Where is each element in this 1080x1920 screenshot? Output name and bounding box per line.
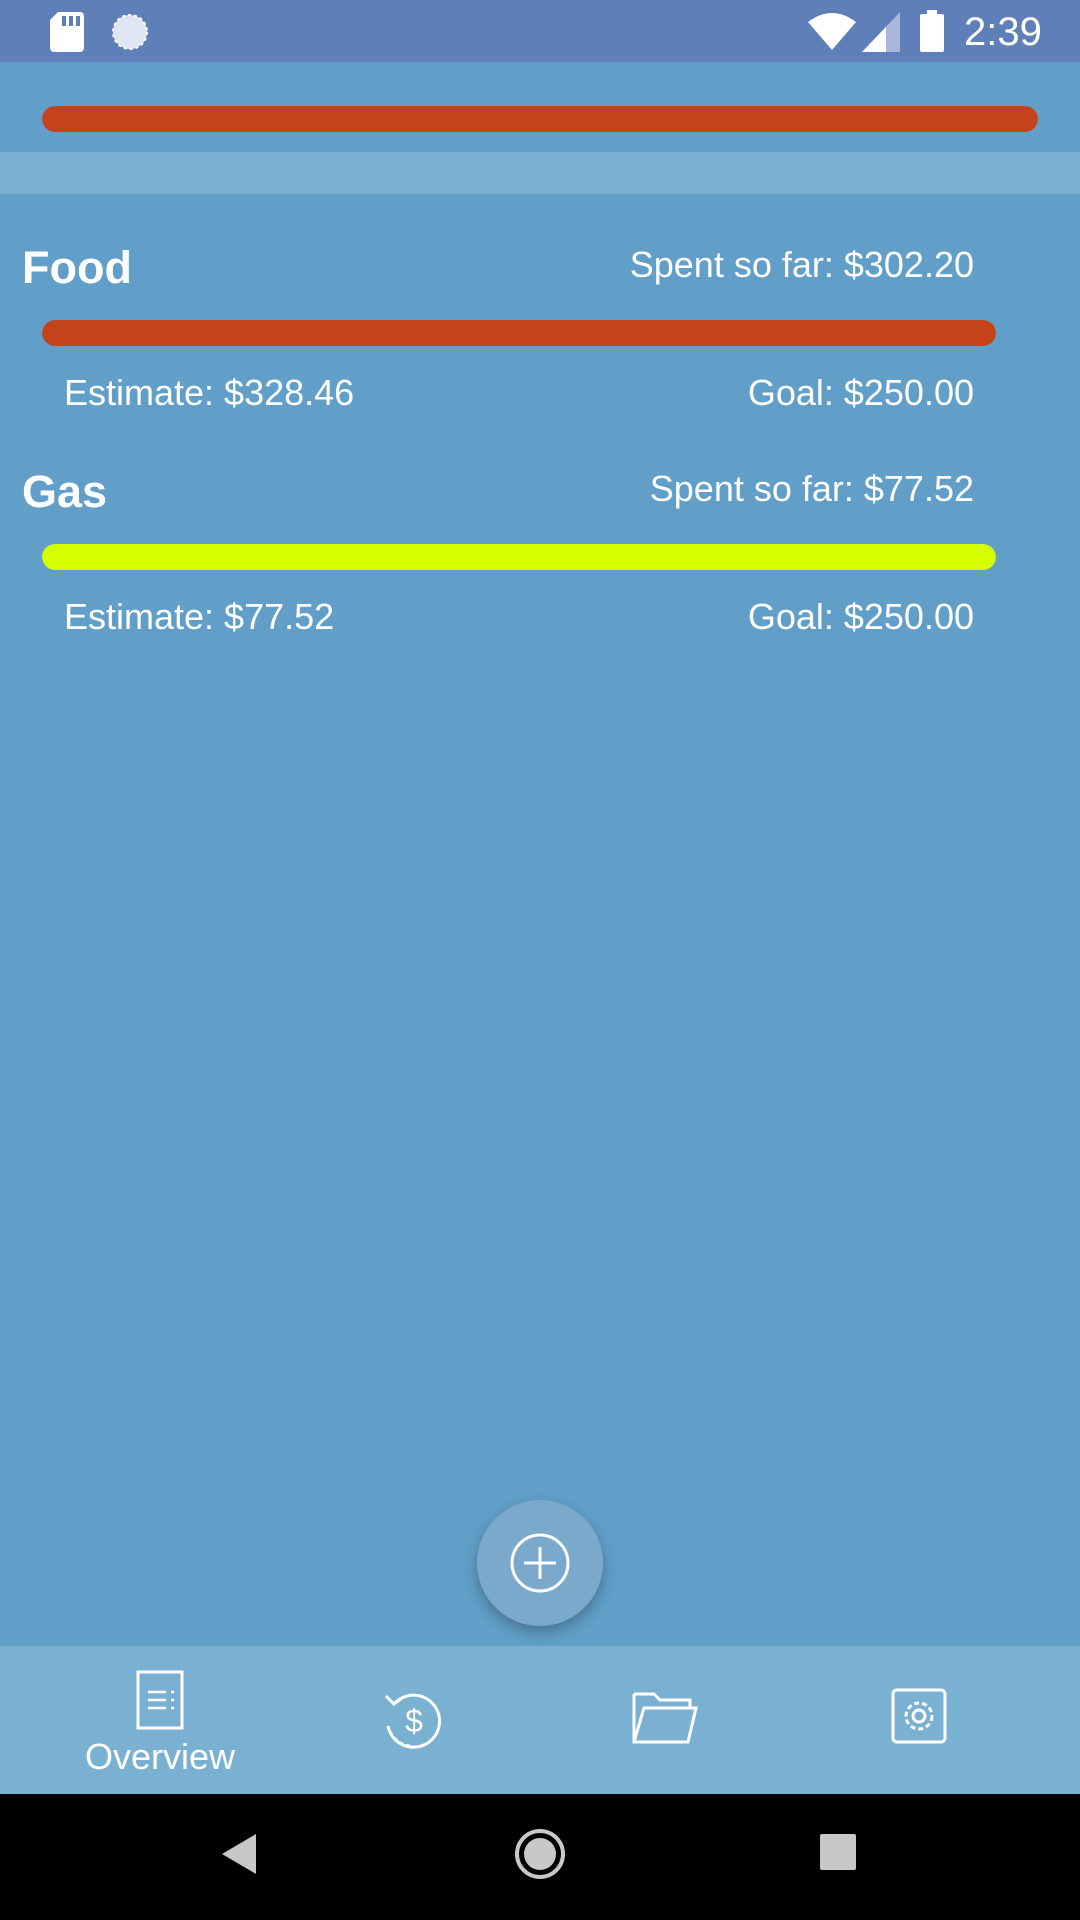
status-bar: 2:39	[0, 0, 1080, 62]
home-icon[interactable]	[514, 1828, 566, 1880]
back-icon[interactable]	[222, 1834, 256, 1874]
bottom-navigation: Overview $	[0, 1646, 1080, 1794]
section-divider	[0, 152, 1080, 194]
wifi-icon	[808, 13, 856, 50]
category-name: Food	[22, 242, 132, 293]
category-progress-fill	[42, 544, 996, 570]
battery-icon	[920, 10, 944, 52]
sd-card-icon	[50, 12, 84, 52]
folder-icon	[632, 1692, 698, 1744]
category-card-gas[interactable]: Gas Spent so far: $77.52 Estimate: $77.5…	[0, 454, 1080, 654]
category-estimate: Estimate: $328.46	[64, 372, 355, 413]
svg-text:$: $	[405, 1703, 423, 1739]
status-time: 2:39	[964, 10, 1042, 54]
category-name: Gas	[22, 466, 108, 517]
nav-overview-label: Overview	[84, 1736, 236, 1777]
category-progress-bar	[42, 544, 996, 570]
category-estimate: Estimate: $77.52	[64, 596, 335, 637]
system-navigation-bar	[0, 1794, 1080, 1920]
category-goal: Goal: $250.00	[747, 596, 974, 637]
nav-history[interactable]: $	[277, 1646, 547, 1794]
add-expense-button[interactable]	[477, 1500, 603, 1626]
signal-icon	[862, 12, 900, 52]
document-icon	[136, 1670, 184, 1730]
overall-progress-fill	[42, 106, 1038, 132]
category-progress-bar	[42, 320, 996, 346]
nav-settings[interactable]	[784, 1646, 1054, 1794]
settings-gear-icon	[891, 1688, 947, 1744]
category-card-food[interactable]: Food Spent so far: $302.20 Estimate: $32…	[0, 230, 1080, 430]
category-progress-fill	[42, 320, 996, 346]
nav-overview[interactable]: Overview	[25, 1646, 295, 1794]
history-dollar-icon: $	[384, 1693, 442, 1749]
overall-budget-section	[0, 62, 1080, 152]
recents-icon[interactable]	[820, 1834, 856, 1870]
sync-icon	[112, 14, 148, 50]
category-goal: Goal: $250.00	[747, 372, 974, 413]
overall-progress-bar	[42, 106, 1038, 132]
nav-categories[interactable]	[530, 1646, 800, 1794]
plus-circle-icon	[510, 1533, 570, 1593]
category-spent: Spent so far: $77.52	[649, 468, 974, 509]
category-spent: Spent so far: $302.20	[629, 244, 974, 285]
